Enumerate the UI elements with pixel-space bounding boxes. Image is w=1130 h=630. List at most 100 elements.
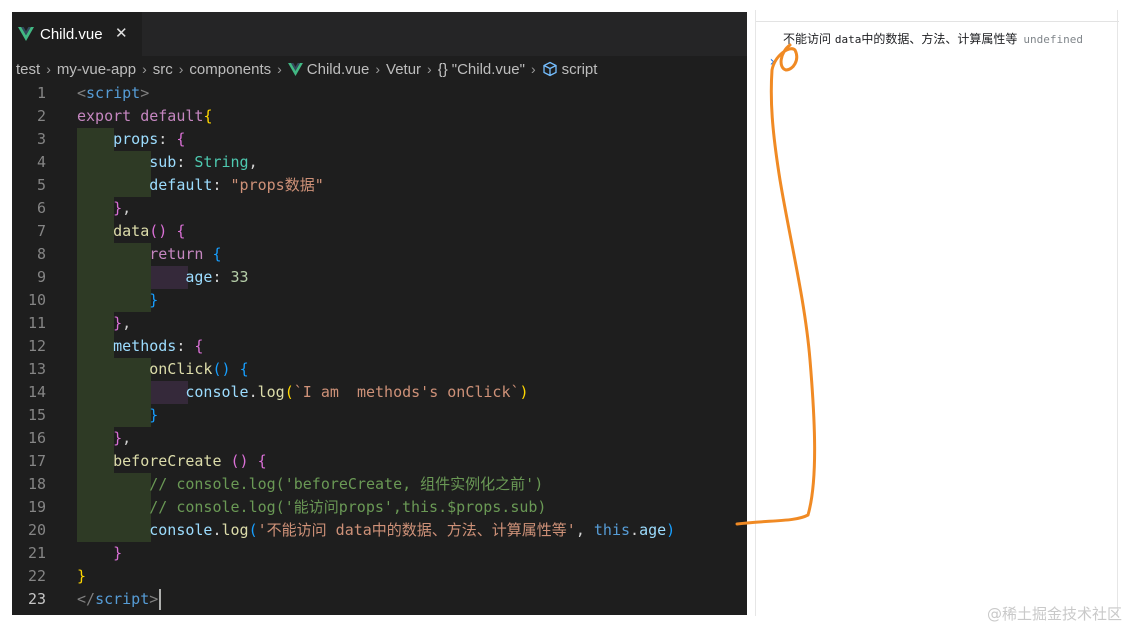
code-line: 21 } [12, 542, 747, 565]
console-value: undefined [1023, 33, 1083, 46]
tab-child-vue[interactable]: Child.vue ✕ [12, 12, 142, 56]
code-text: </script> [77, 590, 159, 608]
console-message-code: data [834, 33, 862, 46]
console-log-row[interactable]: 不能访问 data中的数据、方法、计算属性等 undefined [783, 30, 1083, 47]
line-number: 20 [27, 521, 46, 539]
line-number: 23 [27, 590, 46, 608]
breadcrumb-my-vue-app[interactable]: my-vue-app [57, 61, 136, 78]
code-line: 16 }, [12, 427, 747, 450]
code-line: 19 // console.log('能访问props',this.$props… [12, 496, 747, 519]
line-number: 22 [27, 567, 46, 585]
chevron-right-icon: › [142, 61, 147, 77]
line-number: 18 [27, 475, 46, 493]
code-line-active: 23 </script> [12, 588, 747, 611]
chevron-right-icon: › [427, 61, 432, 77]
code-text: sub: String, [149, 153, 258, 171]
line-number: 17 [27, 452, 46, 470]
chevron-right-icon: › [46, 61, 51, 77]
code-line: 20 console.log('不能访问 data中的数据、方法、计算属性等',… [12, 519, 747, 542]
code-line: 9 age: 33 [12, 266, 747, 289]
line-number: 19 [27, 498, 46, 516]
breadcrumb-child-vue-object[interactable]: "Child.vue" [452, 61, 525, 78]
line-number: 8 [36, 245, 46, 263]
code-text: }, [113, 429, 132, 447]
chevron-right-icon: › [375, 61, 381, 77]
code-line: 3 props: { [12, 128, 747, 151]
code-text: }, [113, 199, 132, 217]
line-number: 5 [36, 176, 46, 194]
line-number: 7 [36, 222, 46, 240]
line-number: 13 [27, 360, 46, 378]
code-text: return { [149, 245, 222, 263]
line-number: 14 [27, 383, 46, 401]
code-line: 1 <script> [12, 82, 747, 105]
watermark: @稀土掘金技术社区 [986, 605, 1122, 623]
chevron-right-icon: › [530, 61, 536, 77]
line-number: 15 [27, 406, 46, 424]
code-area[interactable]: 1 <script> 2 export default{ 3 props: { 4 … [12, 82, 747, 615]
code-text: props: { [113, 130, 186, 148]
code-line: 11 }, [12, 312, 747, 335]
code-line: 15 } [12, 404, 747, 427]
code-editor: Child.vue ✕ test › my-vue-app › src › co… [12, 12, 747, 615]
line-number: 21 [27, 544, 46, 562]
code-line: 18 // console.log('beforeCreate, 组件实例化之前… [12, 473, 747, 496]
line-number: 2 [36, 107, 46, 125]
code-text: } [113, 544, 123, 562]
console-message: 不能访问 [783, 32, 835, 46]
browser-console: 不能访问 data中的数据、方法、计算属性等 undefined › [755, 10, 1119, 616]
code-text: console.log(`I am methods's onClick`) [185, 383, 529, 401]
console-toolbar [756, 10, 1119, 22]
chevron-right-icon: › [178, 61, 184, 77]
line-number: 6 [36, 199, 46, 217]
code-text: export default{ [77, 107, 213, 125]
breadcrumb-src[interactable]: src [153, 61, 173, 78]
line-number: 10 [27, 291, 46, 309]
code-text: } [149, 406, 159, 424]
code-text: beforeCreate () { [113, 452, 267, 470]
breadcrumb-test[interactable]: test [16, 61, 40, 78]
line-number: 1 [36, 84, 46, 102]
code-text: data() { [113, 222, 186, 240]
console-prompt-icon[interactable]: › [768, 54, 776, 70]
line-number: 9 [36, 268, 46, 286]
code-text: } [77, 567, 87, 585]
code-line: 13 onClick() { [12, 358, 747, 381]
code-line: 22} [12, 565, 747, 588]
code-text: } [149, 291, 159, 309]
code-text: // console.log('能访问props',this.$props.su… [149, 498, 547, 516]
code-line: 6 }, [12, 197, 747, 220]
breadcrumb-components[interactable]: components [189, 61, 271, 78]
close-icon[interactable]: ✕ [115, 24, 128, 42]
tab-label: Child.vue [40, 25, 103, 43]
code-line: 17 beforeCreate () { [12, 450, 747, 473]
braces-icon: {} [437, 60, 448, 78]
breadcrumb: test › my-vue-app › src › components › C… [12, 56, 747, 82]
line-number: 16 [27, 429, 46, 447]
code-text: default: "props数据" [149, 176, 324, 194]
code-text: console.log('不能访问 data中的数据、方法、计算属性等', th… [149, 521, 676, 539]
code-text: onClick() { [149, 360, 249, 378]
code-text: }, [113, 314, 132, 332]
code-line: 8 return { [12, 243, 747, 266]
text-cursor [159, 589, 161, 610]
code-text: age: 33 [185, 268, 249, 286]
line-number: 4 [36, 153, 46, 171]
breadcrumb-script[interactable]: script [562, 61, 598, 78]
line-number: 24 [12, 611, 46, 615]
code-line: 2 export default{ [12, 105, 747, 128]
line-number: 3 [36, 130, 46, 148]
code-line: 4 sub: String, [12, 151, 747, 174]
code-line: 14 console.log(`I am methods's onClick`) [12, 381, 747, 404]
console-message-rest: 中的数据、方法、计算属性等 [861, 32, 1018, 46]
line-number: 12 [27, 337, 46, 355]
vue-logo-icon [287, 62, 303, 76]
vue-logo-icon [18, 27, 34, 41]
tab-bar: Child.vue ✕ [12, 12, 747, 56]
line-number: 11 [27, 314, 46, 332]
breadcrumb-vetur[interactable]: Vetur [386, 61, 421, 78]
code-text: <script> [77, 84, 150, 102]
code-text: // console.log('beforeCreate, 组件实例化之前') [149, 475, 544, 493]
code-text: methods: { [113, 337, 204, 355]
breadcrumb-child-vue[interactable]: Child.vue [307, 61, 370, 78]
